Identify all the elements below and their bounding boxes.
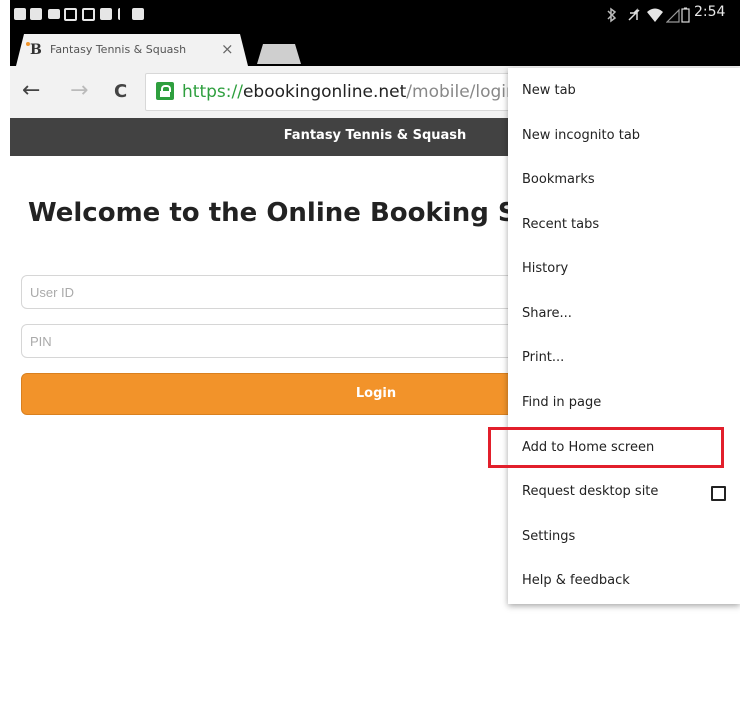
lock-icon — [156, 82, 174, 100]
url-text: https://ebookingonline.net/mobile/login.… — [182, 82, 555, 102]
notification-icon — [30, 8, 42, 20]
close-tab-icon[interactable]: × — [221, 40, 234, 58]
menu-item-find-in-page[interactable]: Find in page — [508, 382, 740, 426]
status-bar: 2:54 — [10, 0, 740, 30]
battery-icon — [681, 7, 690, 23]
menu-item-bookmarks[interactable]: Bookmarks — [508, 159, 740, 203]
menu-item-label: Help & feedback — [522, 573, 630, 588]
menu-item-new-tab[interactable]: New tab — [508, 70, 740, 114]
menu-item-label: Print... — [522, 350, 565, 365]
desktop-site-checkbox[interactable] — [711, 486, 726, 501]
menu-item-settings[interactable]: Settings — [508, 516, 740, 560]
overflow-menu: New tab New incognito tab Bookmarks Rece… — [508, 68, 740, 604]
android-icon — [132, 8, 144, 20]
menu-item-label: Share... — [522, 306, 572, 321]
notification-icon — [48, 9, 60, 19]
forward-icon[interactable]: → — [70, 78, 88, 103]
gallery-icon — [82, 8, 95, 21]
reload-icon[interactable]: C — [114, 81, 127, 102]
menu-item-label: History — [522, 261, 569, 276]
tab-strip: B Fantasy Tennis & Squash × — [10, 30, 740, 66]
menu-item-new-incognito-tab[interactable]: New incognito tab — [508, 115, 740, 159]
menu-item-request-desktop-site[interactable]: Request desktop site — [508, 471, 740, 515]
notification-icon — [64, 8, 77, 21]
bluetooth-icon — [607, 7, 617, 23]
menu-item-label: Bookmarks — [522, 172, 595, 187]
notification-icon — [14, 8, 26, 20]
menu-item-print[interactable]: Print... — [508, 337, 740, 381]
menu-item-label: Find in page — [522, 395, 602, 410]
site-favicon-icon: B — [26, 42, 42, 58]
menu-item-recent-tabs[interactable]: Recent tabs — [508, 204, 740, 248]
menu-item-label: Request desktop site — [522, 484, 659, 499]
browser-frame: 2:54 B Fantasy Tennis & Squash × ← → C h… — [10, 0, 740, 705]
menu-item-help-feedback[interactable]: Help & feedback — [508, 560, 740, 604]
menu-item-share[interactable]: Share... — [508, 293, 740, 337]
tab-title: Fantasy Tennis & Squash — [50, 43, 187, 56]
usb-icon — [118, 8, 126, 20]
menu-item-label: New tab — [522, 83, 576, 98]
menu-item-label: Recent tabs — [522, 217, 600, 232]
back-icon[interactable]: ← — [22, 78, 40, 103]
menu-item-history[interactable]: History — [508, 248, 740, 292]
tab-fantasy-tennis[interactable]: B Fantasy Tennis & Squash × — [16, 34, 248, 66]
mute-icon — [628, 8, 640, 21]
menu-item-label: New incognito tab — [522, 128, 641, 143]
new-tab-button[interactable] — [257, 44, 301, 64]
highlight-annotation — [488, 427, 724, 468]
signal-icon — [666, 8, 680, 23]
store-icon — [100, 8, 112, 20]
menu-item-label: Settings — [522, 529, 576, 544]
clock-time: 2:54 — [694, 4, 726, 20]
wifi-icon — [647, 8, 663, 22]
